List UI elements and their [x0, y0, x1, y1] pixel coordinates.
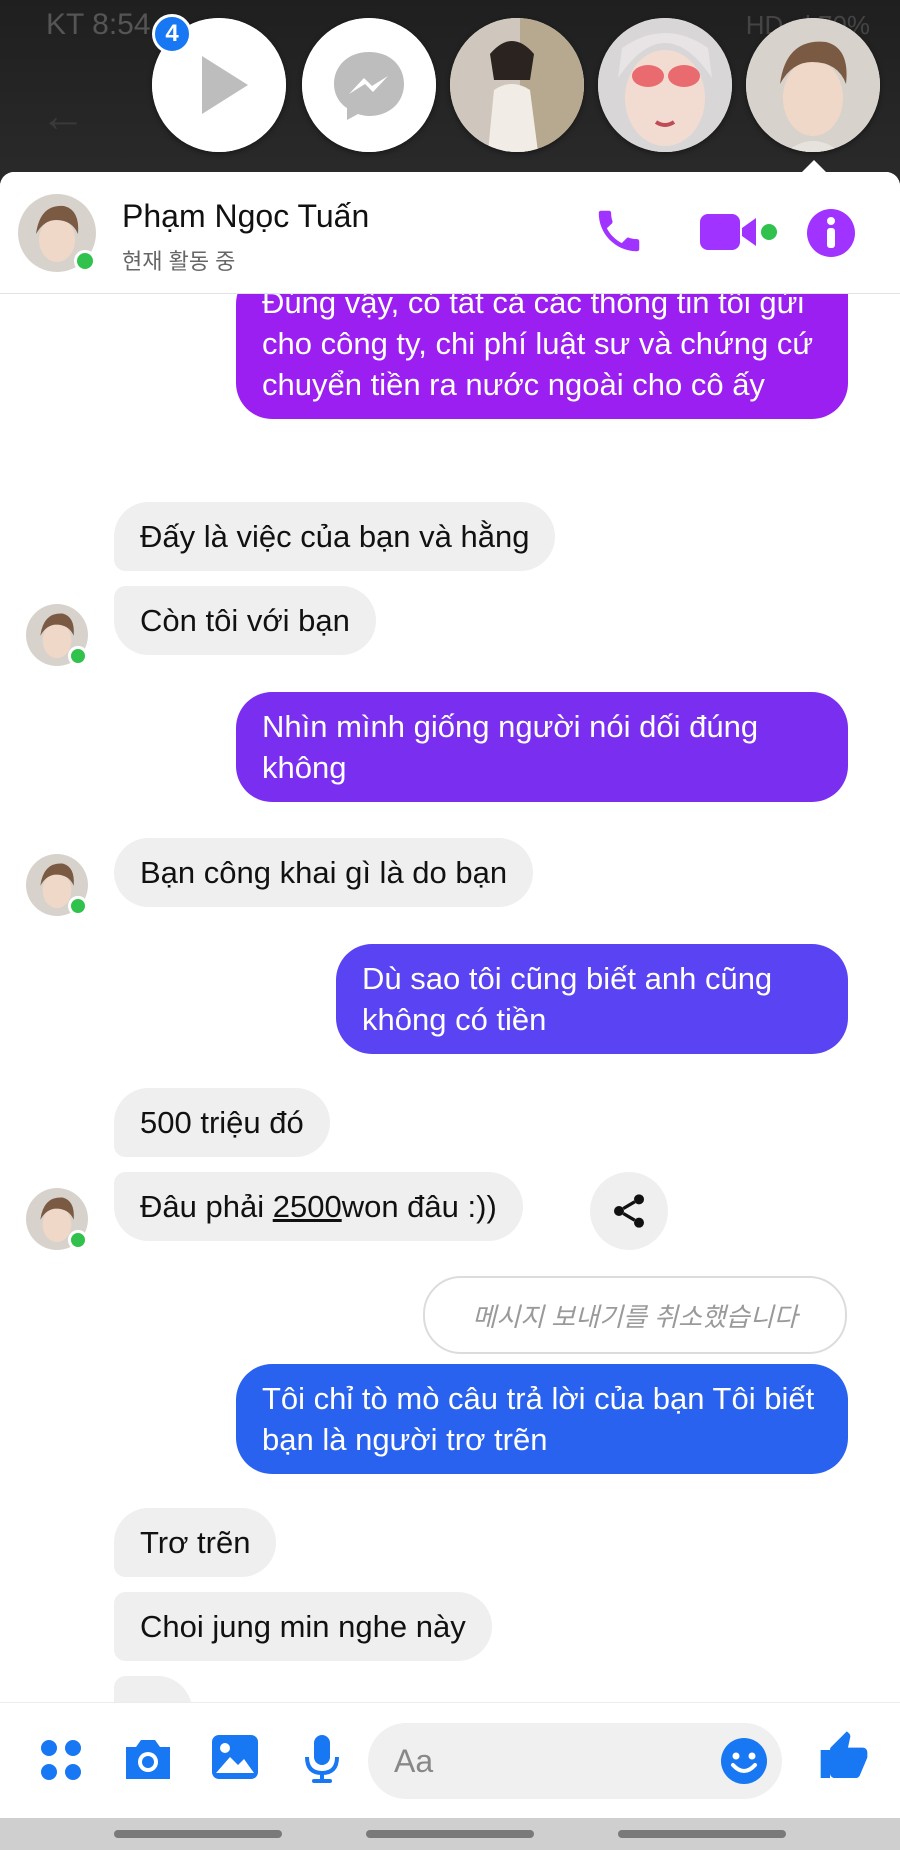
microphone-icon: [305, 1735, 339, 1783]
avatar[interactable]: [18, 194, 96, 272]
system-navigation-bar: [0, 1818, 900, 1850]
nav-home-button[interactable]: [366, 1830, 534, 1838]
voice-record-button[interactable]: [302, 1733, 342, 1790]
chat-head-messenger[interactable]: [302, 18, 436, 152]
emoji-button[interactable]: [718, 1735, 770, 1792]
thumbs-up-icon: [820, 1731, 868, 1778]
chat-head-contact-3[interactable]: [746, 18, 880, 152]
contact-name[interactable]: Phạm Ngọc Tuấn: [122, 198, 369, 235]
info-icon: [807, 209, 855, 257]
chat-head-contact-1[interactable]: [450, 18, 584, 152]
message-incoming[interactable]: Choi jung min nghe này: [114, 1592, 492, 1661]
message-incoming[interactable]: Trơ trẽn: [114, 1508, 277, 1577]
message-input-container: [368, 1723, 782, 1799]
message-outgoing[interactable]: Nhìn mình giống người nói dối đúng không: [236, 692, 848, 802]
sender-avatar[interactable]: [26, 1188, 88, 1250]
share-button[interactable]: [590, 1172, 668, 1250]
message-outgoing[interactable]: Dù sao tôi cũng biết anh cũng không có t…: [336, 944, 848, 1054]
sender-avatar[interactable]: [26, 604, 88, 666]
contact-photo-2: [598, 18, 732, 152]
online-indicator: [74, 250, 96, 272]
chat-panel: Phạm Ngọc Tuấn 현재 활동 중 Đúng vậy, có tất …: [0, 172, 900, 1818]
nav-back-button[interactable]: [618, 1830, 786, 1838]
contact-photo-3: [746, 18, 880, 152]
apps-button[interactable]: [38, 1737, 84, 1788]
video-call-icon: [700, 214, 777, 250]
video-call-button[interactable]: [698, 208, 784, 263]
emoji-icon: [721, 1738, 767, 1784]
message-composer: [0, 1702, 900, 1818]
message-outgoing[interactable]: Tôi chỉ tò mò câu trả lời của bạn Tôi bi…: [236, 1364, 848, 1474]
camera-button[interactable]: [122, 1735, 174, 1788]
online-indicator: [68, 896, 88, 916]
detected-number-link[interactable]: 2500: [273, 1189, 342, 1224]
camera-icon: [126, 1740, 170, 1779]
gallery-button[interactable]: [210, 1733, 260, 1786]
message-input[interactable]: [394, 1723, 694, 1799]
status-time: KT 8:54: [46, 8, 151, 41]
message-incoming[interactable]: Bạn công khai gì là do bạn: [114, 838, 534, 907]
info-button[interactable]: [804, 206, 858, 265]
chat-head-contact-2[interactable]: [598, 18, 732, 152]
sender-avatar[interactable]: [26, 854, 88, 916]
phone-icon: [598, 210, 640, 252]
message-incoming[interactable]: Đấy là việc của bạn và hằng: [114, 502, 556, 571]
message-incoming[interactable]: Đâu phải 2500won đâu :)): [114, 1172, 523, 1241]
background-back-arrow-icon: ←: [40, 89, 86, 141]
active-status: 현재 활동 중: [122, 249, 236, 274]
messenger-icon: [302, 18, 436, 152]
phone-call-button[interactable]: [592, 204, 646, 263]
apps-icon: [41, 1740, 81, 1780]
message-text: Đâu phải: [140, 1189, 273, 1224]
gallery-icon: [212, 1735, 258, 1779]
share-icon: [614, 1194, 644, 1228]
message-text: won đâu :)): [341, 1189, 497, 1224]
conversation-header: Phạm Ngọc Tuấn 현재 활동 중: [0, 172, 900, 294]
nav-recent-button[interactable]: [114, 1830, 282, 1838]
message-list[interactable]: Đúng vậy, có tất cả các thông tin tôi gử…: [0, 172, 900, 1745]
unsent-message-notice: 메시지 보내기를 취소했습니다: [423, 1276, 847, 1354]
like-button[interactable]: [816, 1729, 872, 1790]
message-incoming[interactable]: 500 triệu đó: [114, 1088, 330, 1157]
online-indicator: [68, 1230, 88, 1250]
message-incoming[interactable]: Còn tôi với bạn: [114, 586, 376, 655]
chat-head-pointer: [800, 160, 828, 174]
online-indicator: [68, 646, 88, 666]
unread-badge: 4: [152, 14, 192, 54]
contact-photo-1: [450, 18, 584, 152]
